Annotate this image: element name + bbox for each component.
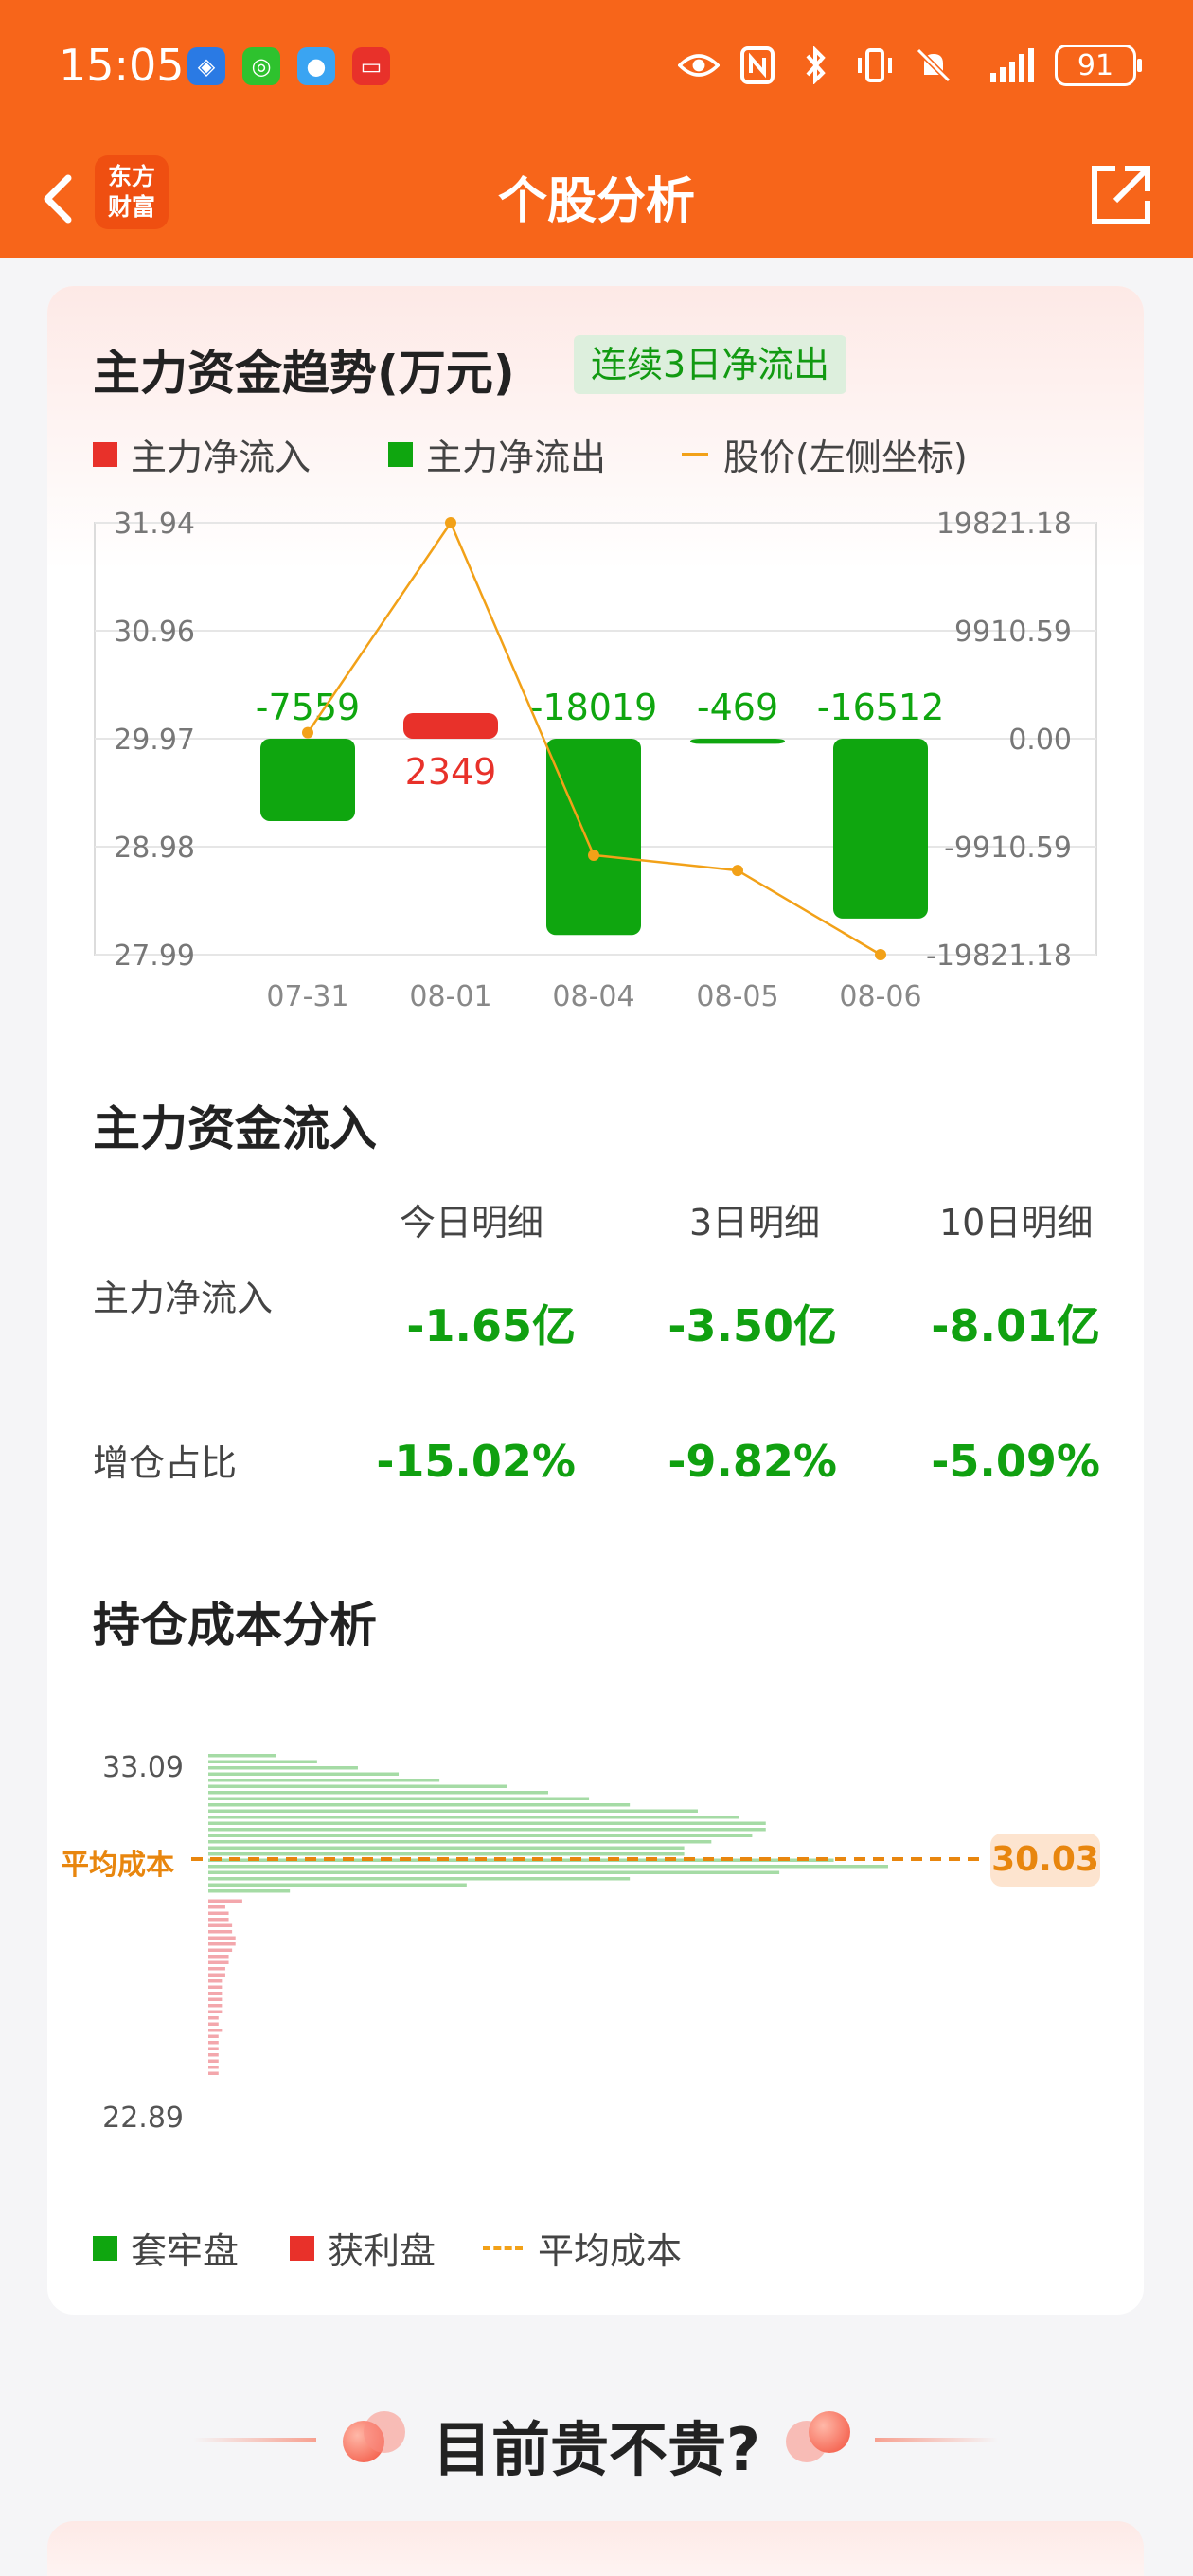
profit-chip-bar [208,1997,223,2001]
locked-swatch [93,2235,117,2261]
profit-chip-bar [208,2022,219,2026]
locked-chip-bar [208,1889,291,1893]
locked-chip-bar [208,1852,685,1856]
profit-chip-bar [208,2034,219,2038]
bottom-price-label: 22.89 [102,2102,184,2135]
profit-chip-bar [208,2047,219,2050]
status-icons: 91 [678,42,1142,89]
profit-chip-bar [208,2029,223,2032]
profit-chip-bar [208,2004,223,2008]
locked-chip-bar [208,1840,712,1844]
avg-cost-badge: 30.03 [990,1834,1100,1887]
locked-chip-bar [208,1803,631,1807]
cost-distribution-chart: 33.09 22.89 [102,1751,983,2135]
legend-avg: 平均成本 [483,2222,682,2274]
locked-chip-bar [208,1870,780,1874]
vibrate-icon [854,45,896,86]
avg-cost-label: 平均成本 [61,1849,174,1882]
profit-chip-bar [208,1992,223,1995]
nfc-icon [737,45,778,86]
status-bar: 15:05 ◈ ◎ ● ▭ 91 [0,0,1193,133]
locked-chip-bar [208,1754,276,1758]
locked-chip-bar [208,1877,631,1881]
wechat-icon: ◎ [242,47,280,85]
legend-profit: 获利盘 [290,2222,436,2274]
locked-chip-bar [208,1816,739,1819]
section-title-valuation: 目前贵不贵? [433,2415,760,2484]
locked-chip-bar [208,1766,358,1770]
profit-chip-bar [208,1973,225,1977]
deco-ball-right-2 [809,2411,850,2453]
locked-chip-bar [208,1760,317,1763]
profit-chip-bar [208,1911,229,1915]
profit-chip-bar [208,1942,236,1946]
battery-indicator: 91 [1055,45,1142,86]
profit-chip-bar [208,1955,229,1959]
eye-icon [678,45,720,86]
signal-icon [971,45,1038,86]
locked-chip-bar [208,1821,766,1825]
red-app-icon: ▭ [352,47,390,85]
profit-chip-bar [208,1979,223,1983]
profit-chip-bar [208,1985,223,1989]
message-icon: ● [297,47,335,85]
profit-chip-bar [208,2066,219,2069]
profit-chip-bar [208,1899,242,1903]
locked-chip-bar [208,1865,888,1869]
bluetooth-icon [795,45,837,86]
profit-chip-bar [208,1936,236,1940]
locked-chip-bar [208,1834,753,1837]
profit-swatch [290,2235,314,2261]
profit-chip-bar [208,1923,233,1927]
profit-chip-bar [208,2059,219,2063]
top-price-label: 33.09 [102,1751,184,1784]
share-button[interactable] [1083,157,1159,233]
nav-bar: 东方 财富 个股分析 [0,133,1193,258]
locked-chip-bar [208,1846,685,1850]
locked-chip-bar [208,1797,590,1800]
profit-chip-bar [208,2071,219,2075]
deco-line-right [875,2438,998,2442]
share-icon [1092,166,1150,224]
app-header: 15:05 ◈ ◎ ● ▭ 91 东方 财富 个股分析 [0,0,1193,258]
profit-chip-bar [208,1960,229,1964]
mute-icon [913,45,954,86]
locked-chip-bar [208,1828,766,1832]
page-title: 个股分析 [497,173,695,230]
profit-chip-bar [208,1905,225,1909]
profit-chip-bar [208,2016,219,2020]
locked-chip-bar [208,1791,548,1795]
locked-chip-bar [208,1883,467,1887]
locked-chip-bar [208,1779,440,1782]
locked-chip-bar [208,1809,698,1813]
avg-swatch [483,2245,523,2250]
locked-chip-bar [208,1784,507,1788]
locked-chip-bar [208,1772,400,1776]
profit-chip-bar [208,1930,233,1934]
profit-chip-bar [208,2053,219,2057]
shield-app-icon: ◈ [187,47,225,85]
legend-locked: 套牢盘 [93,2222,239,2274]
profit-chip-bar [208,2041,219,2045]
profit-chip-bar [208,2010,223,2013]
profit-chip-bar [208,1967,225,1971]
status-time: 15:05 [59,40,185,91]
profit-chip-bar [208,1918,229,1922]
analysis-card: 主力资金趋势(万元) 连续3日净流出 主力净流入 主力净流出 股价(左侧坐标) … [47,286,1144,2315]
profit-chip-bar [208,1948,233,1952]
next-section-card [47,2521,1144,2576]
